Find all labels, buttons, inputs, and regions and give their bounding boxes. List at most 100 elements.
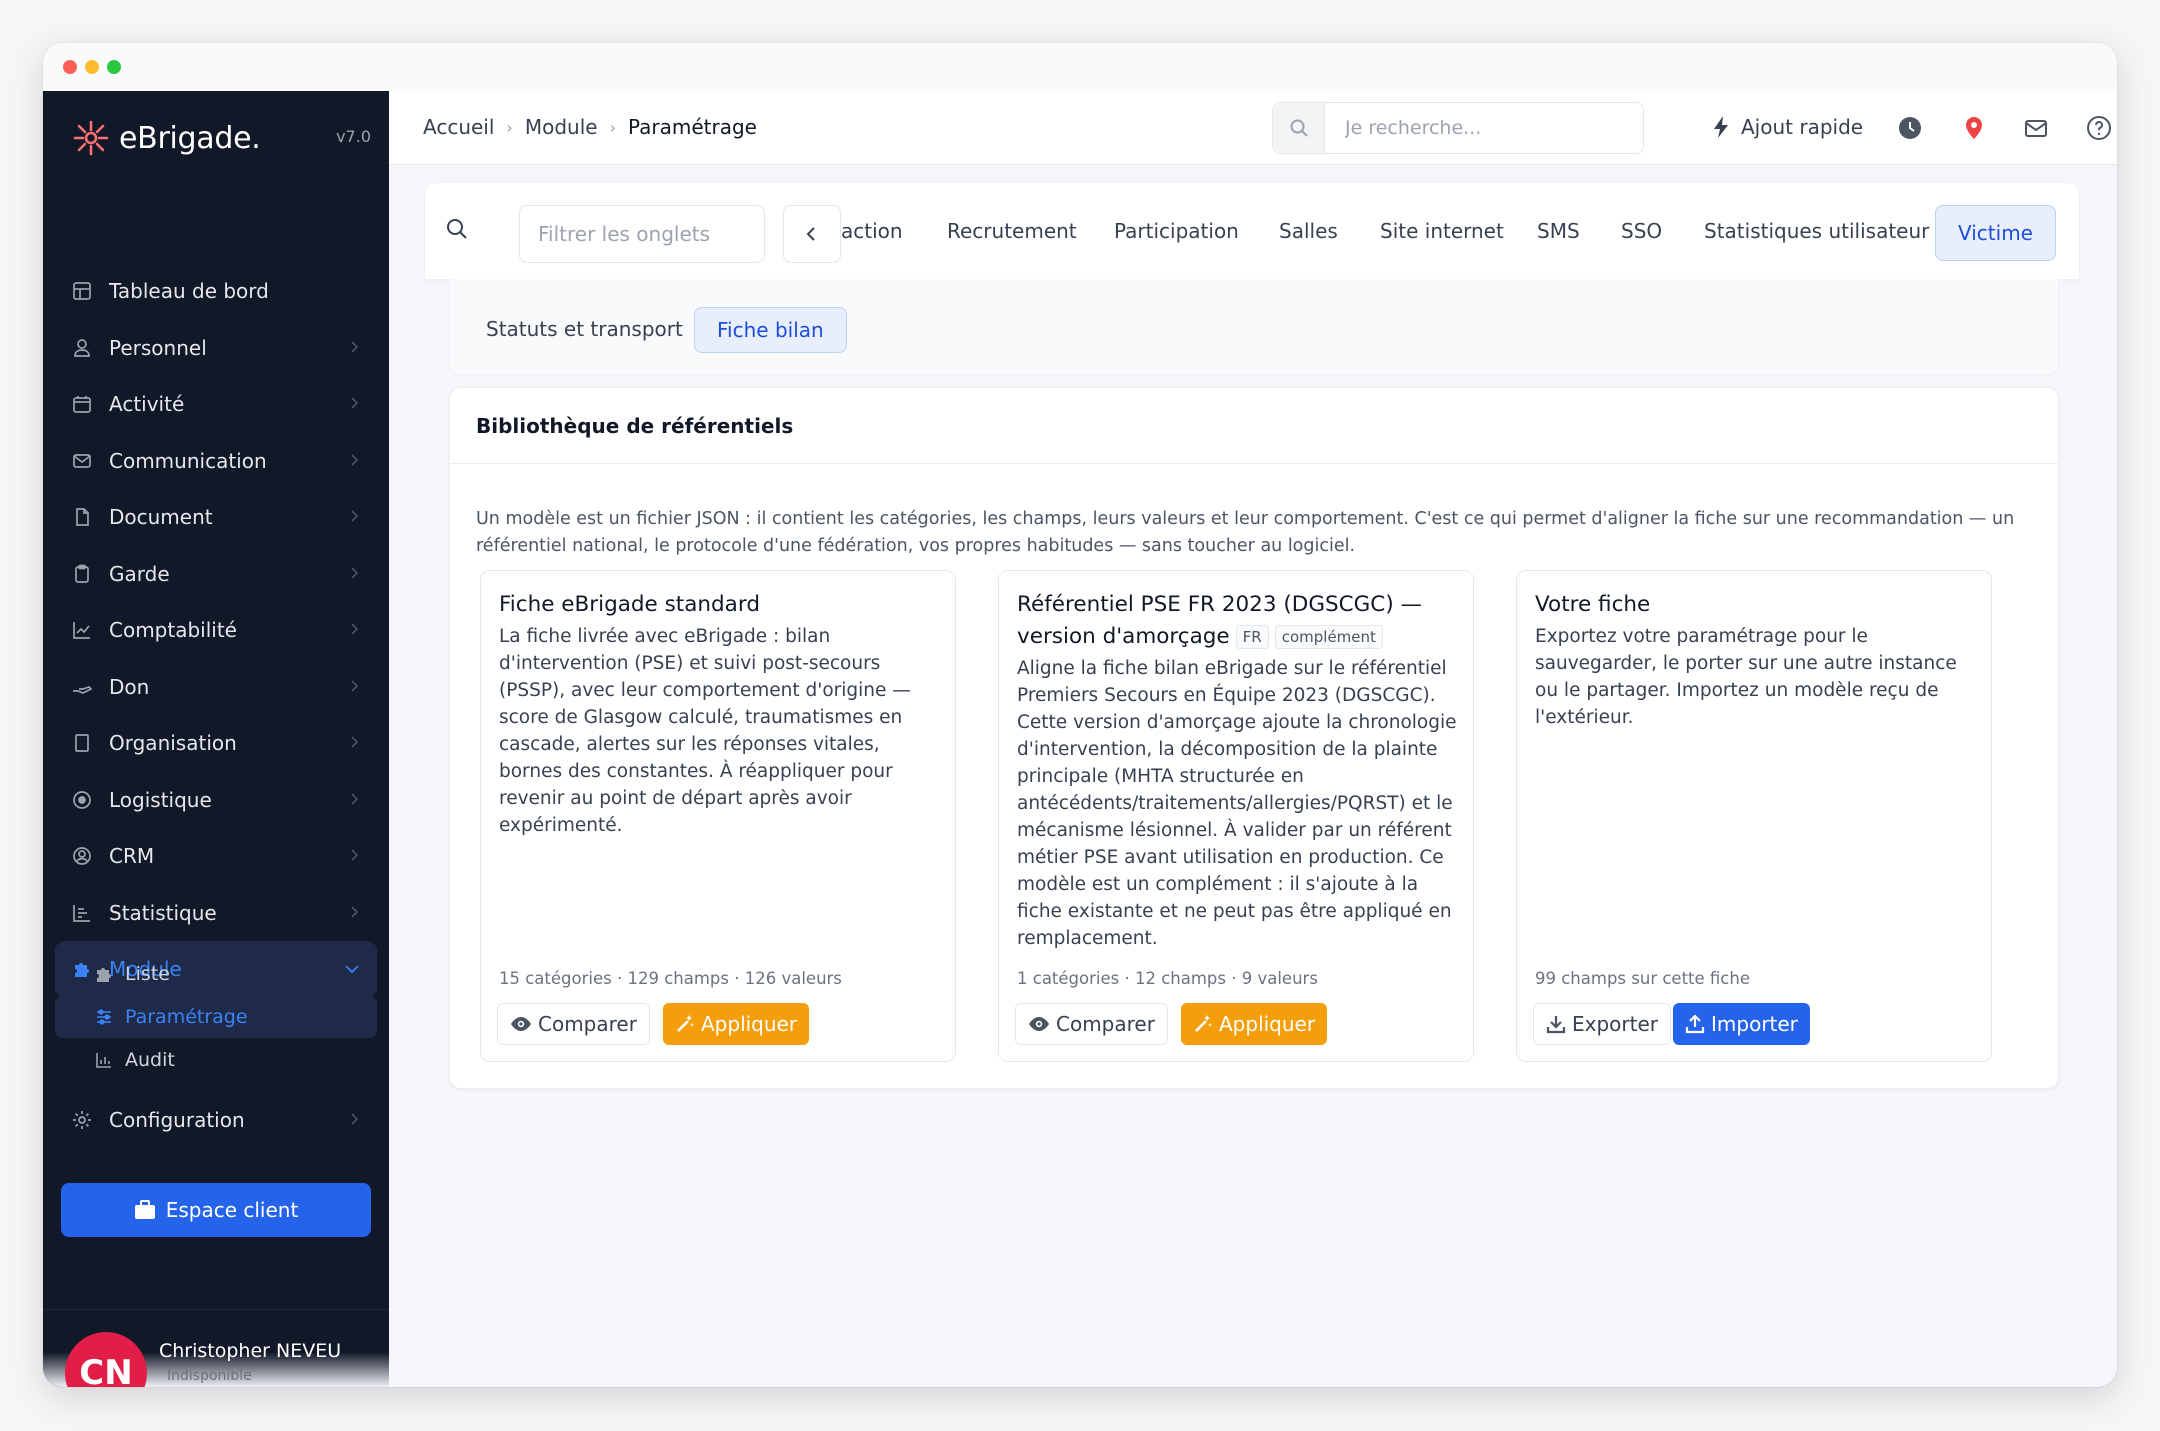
sidebar: eBrigade. v7.0 Tableau de bord Personnel… (43, 91, 389, 1387)
puzzle-icon (97, 968, 111, 982)
card-title: Référentiel PSE FR 2023 (DGSCGC) — versi… (1017, 589, 1457, 653)
quick-add-label: Ajout rapide (1741, 115, 1864, 139)
subtab-statuts-et-transport[interactable]: Statuts et transport (486, 317, 683, 341)
topbar: Accueil › Module › Paramétrage Ajout rap… (389, 91, 2117, 165)
compare-button[interactable]: Comparer (1015, 1003, 1168, 1045)
sidebar-item-label: Organisation (109, 731, 237, 756)
chevron-right-icon (351, 849, 359, 861)
search-icon (447, 219, 467, 239)
tab-recrutement[interactable]: Recrutement (947, 219, 1077, 243)
quick-add-button[interactable]: Ajout rapide (1711, 115, 1863, 139)
sidebar-item-label: Communication (109, 448, 267, 473)
intro-line: Un modèle est un fichier JSON : il conti… (476, 509, 2015, 529)
clock-icon[interactable] (1897, 115, 1923, 141)
tab-statistiques-utilisateur[interactable]: Statistiques utilisateur (1704, 219, 1929, 243)
apply-button[interactable]: Appliquer (1181, 1003, 1328, 1045)
search-input[interactable] (1345, 117, 1605, 139)
chevron-right-icon (351, 679, 359, 692)
sidebar-item-comptabilite[interactable]: Comptabilité (55, 602, 377, 659)
target-icon (71, 789, 93, 811)
logo-icon (73, 120, 109, 156)
breadcrumb-accueil[interactable]: Accueil (423, 115, 494, 139)
sidebar-item-configuration[interactable]: Configuration (55, 1092, 377, 1149)
export-button[interactable]: Exporter (1533, 1003, 1671, 1045)
clipboard-icon (71, 563, 93, 585)
breadcrumb: Accueil › Module › Paramétrage (423, 115, 757, 139)
card-description: Aligne la fiche bilan eBrigade sur le ré… (1017, 658, 1457, 949)
sidebar-subitem-liste[interactable]: Liste (55, 953, 377, 995)
subtabs-bar: Statuts et transport Fiche bilan (449, 279, 2059, 375)
card-title-line2: version d'amorçage FR complément (1017, 621, 1457, 653)
tab-sso[interactable]: SSO (1621, 219, 1662, 243)
card-title-line: Référentiel PSE FR 2023 (DGSCGC) — (1017, 592, 1423, 617)
sidebar-item-personnel[interactable]: Personnel (55, 320, 377, 377)
chevron-right-icon (351, 905, 359, 918)
sidebar-item-tableau-de-bord[interactable]: Tableau de bord (55, 263, 377, 320)
help-icon[interactable] (2086, 115, 2112, 141)
subtab-fiche-bilan[interactable]: Fiche bilan (694, 307, 847, 353)
sidebar-item-document[interactable]: Document (55, 489, 377, 546)
sidebar-item-label: Garde (109, 561, 170, 586)
user-profile[interactable]: CN Christopher NEVEU Indisponible (43, 1309, 389, 1387)
tab-sms[interactable]: SMS (1537, 219, 1580, 243)
tab-victime[interactable]: Victime (1935, 205, 2056, 261)
briefcase-icon (134, 1200, 155, 1219)
tab-action[interactable]: action (841, 219, 903, 243)
apply-button[interactable]: Appliquer (663, 1003, 810, 1045)
maximize-window-button[interactable] (107, 60, 121, 74)
espace-client-button[interactable]: Espace client (61, 1183, 371, 1237)
user-name: Christopher NEVEU (159, 1340, 342, 1362)
close-window-button[interactable] (63, 60, 77, 74)
chevron-left-icon (806, 227, 815, 241)
chevron-right-icon (351, 566, 359, 579)
sidebar-subitem-parametrage[interactable]: Paramétrage (55, 996, 377, 1038)
global-search (1272, 102, 1644, 154)
card-description: Exportez votre paramétrage pour le sauve… (1535, 626, 1957, 728)
sidebar-item-activite[interactable]: Activité (55, 376, 377, 433)
avatar: CN (65, 1332, 147, 1387)
intro-line: référentiel national, le protocole d'une… (476, 536, 1356, 556)
sidebar-item-crm[interactable]: CRM (55, 828, 377, 885)
app-version: v7.0 (336, 127, 371, 146)
sidebar-item-organisation[interactable]: Organisation (55, 715, 377, 772)
sidebar-item-communication[interactable]: Communication (55, 433, 377, 490)
mail-icon[interactable] (2023, 115, 2049, 141)
eye-icon (511, 1017, 531, 1031)
app-logo[interactable]: eBrigade. v7.0 (71, 115, 371, 161)
sidebar-item-garde[interactable]: Garde (55, 546, 377, 603)
sidebar-item-statistique[interactable]: Statistique (55, 885, 377, 942)
sidebar-item-label: Don (109, 674, 150, 699)
sidebar-item-logistique[interactable]: Logistique (55, 772, 377, 829)
apply-label: Appliquer (1219, 1012, 1316, 1036)
sidebar-item-label: Comptabilité (109, 618, 237, 643)
sidebar-subitem-audit[interactable]: Audit (55, 1039, 377, 1081)
tabs-bar: Filtrer les onglets action Recrutement P… (425, 183, 2079, 279)
bar-chart-icon (71, 902, 93, 924)
minimize-window-button[interactable] (85, 60, 99, 74)
sidebar-item-label: Tableau de bord (109, 279, 269, 304)
user-icon (71, 337, 93, 359)
upload-icon (1685, 1014, 1705, 1034)
lightning-icon (1714, 116, 1728, 138)
tabs-scroll-left-button[interactable] (783, 205, 841, 263)
chevron-right-icon (351, 792, 359, 805)
tab-participation[interactable]: Participation (1114, 219, 1239, 243)
tab-salles[interactable]: Salles (1279, 219, 1338, 243)
import-button[interactable]: Importer (1673, 1003, 1810, 1045)
map-pin-icon[interactable] (1961, 115, 1987, 141)
badge-fr: FR (1235, 625, 1269, 649)
tab-site-internet[interactable]: Site internet (1380, 219, 1504, 243)
compare-button[interactable]: Comparer (497, 1003, 650, 1045)
card-meta: 99 champs sur cette fiche (1535, 969, 1750, 988)
sidebar-nav: Tableau de bord Personnel Activité Commu… (55, 263, 377, 998)
sidebar-item-don[interactable]: Don (55, 659, 377, 716)
export-label: Exporter (1572, 1012, 1658, 1036)
calendar-icon (71, 393, 93, 415)
sidebar-item-label: Configuration (109, 1108, 245, 1133)
sidebar-item-label: Document (109, 505, 213, 530)
breadcrumb-module[interactable]: Module (525, 115, 598, 139)
filter-tabs-input[interactable]: Filtrer les onglets (519, 205, 765, 263)
chevron-right-icon (351, 340, 359, 353)
sidebar-item-label: CRM (109, 844, 155, 869)
sidebar-subitem-label: Liste (125, 963, 170, 985)
